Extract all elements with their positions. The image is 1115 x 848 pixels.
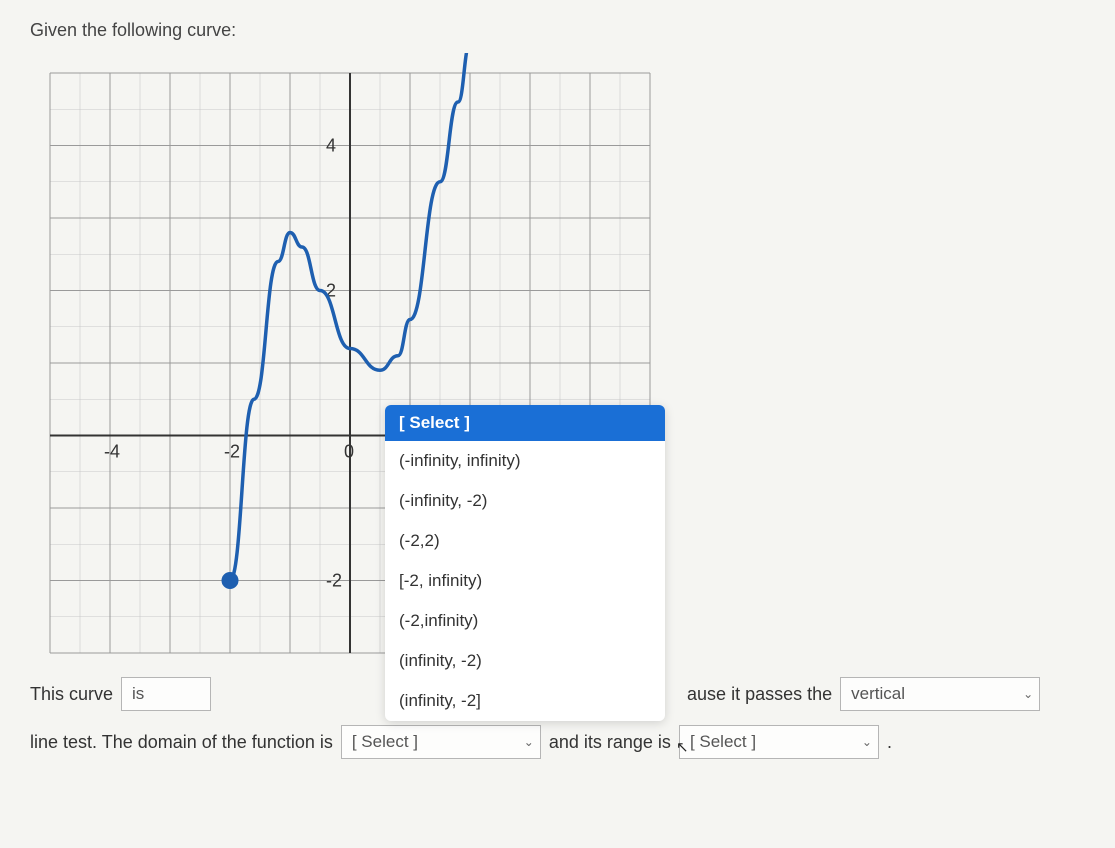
text-line-test: line test. The domain of the function is (30, 732, 333, 753)
select-is-value: is (132, 684, 144, 703)
text-range-is: and its range is (549, 732, 671, 753)
dropdown-header[interactable]: [ Select ] (385, 405, 665, 441)
svg-text:-4: -4 (104, 442, 120, 462)
svg-text:4: 4 (326, 136, 336, 156)
text-period: . (887, 732, 892, 753)
svg-text:-2: -2 (224, 442, 240, 462)
text-because-fragment: ause it passes the (687, 684, 832, 705)
select-vertical-value: vertical (851, 684, 905, 703)
dropdown-option[interactable]: (-2,infinity) (385, 601, 665, 641)
select-range[interactable]: [ Select ] ⌄ ↖ (679, 725, 879, 759)
select-dropdown-open[interactable]: [ Select ] (-infinity, infinity)(-infini… (385, 405, 665, 721)
select-is[interactable]: is (121, 677, 211, 711)
svg-text:0: 0 (344, 442, 354, 462)
select-vertical[interactable]: vertical ⌄ (840, 677, 1040, 711)
select-range-value: [ Select ] (690, 732, 756, 751)
dropdown-option[interactable]: (-infinity, -2) (385, 481, 665, 521)
chevron-down-icon: ⌄ (1023, 687, 1033, 701)
select-domain[interactable]: [ Select ] ⌄ (341, 725, 541, 759)
dropdown-option[interactable]: (-infinity, infinity) (385, 441, 665, 481)
dropdown-option[interactable]: [-2, infinity) (385, 561, 665, 601)
cursor-icon: ↖ (676, 738, 689, 756)
select-domain-value: [ Select ] (352, 732, 418, 751)
svg-text:-2: -2 (326, 571, 342, 591)
chevron-down-icon: ⌄ (524, 735, 534, 749)
text-this-curve: This curve (30, 684, 113, 705)
chevron-down-icon: ⌄ (862, 735, 872, 749)
dropdown-option[interactable]: (-2,2) (385, 521, 665, 561)
dropdown-option[interactable]: (infinity, -2] (385, 681, 665, 721)
question-prompt: Given the following curve: (30, 20, 1085, 41)
dropdown-option[interactable]: (infinity, -2) (385, 641, 665, 681)
